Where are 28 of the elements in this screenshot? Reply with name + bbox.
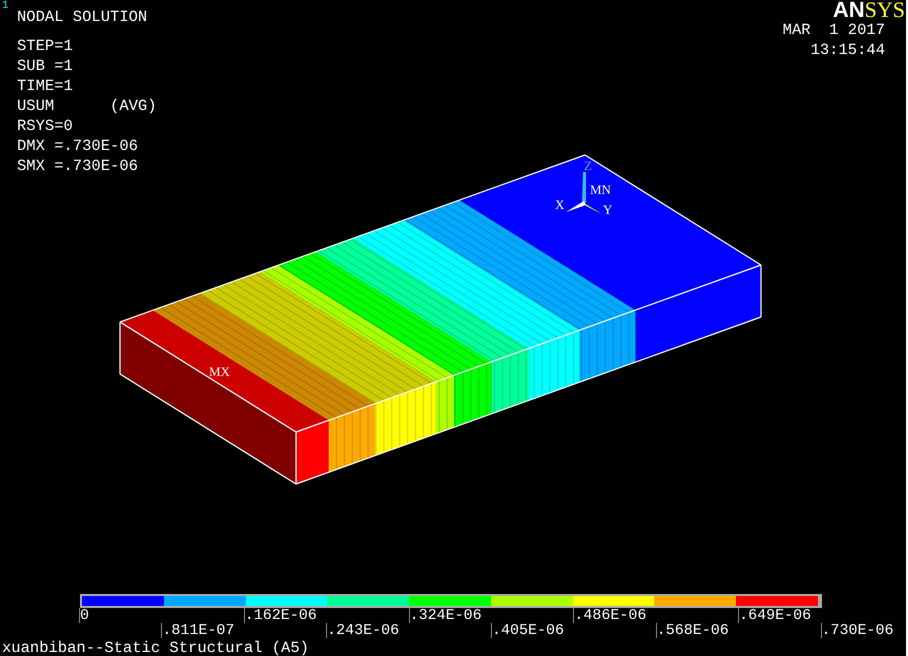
z-axis-label: Z <box>584 158 592 173</box>
plot-date: MAR 1 2017 <box>782 20 885 40</box>
min-marker-label: MN <box>590 182 611 197</box>
legend-value-label: .730E-06 <box>820 623 904 638</box>
solution-info-line: DMX =.730E-06 <box>17 136 139 156</box>
legend-value-label: 0 <box>79 608 162 623</box>
solution-info-line: SMX =.730E-06 <box>17 156 139 176</box>
plot-time: 13:15:44 <box>810 40 885 60</box>
solution-info-line: SUB =1 <box>17 56 74 76</box>
legend-value-label: .324E-06 <box>408 608 492 623</box>
legend-value-label: .405E-06 <box>490 623 574 638</box>
solution-info-line: TIME=1 <box>17 76 74 96</box>
legend-value-label: .811E-07 <box>161 623 245 638</box>
legend-value-label: .243E-06 <box>326 623 410 638</box>
analysis-title: xuanbiban--Static Structural (A5) <box>1 640 310 656</box>
legend-value-label: .486E-06 <box>573 608 657 623</box>
y-axis-label: Y <box>603 202 612 217</box>
solution-info-line: RSYS=0 <box>17 116 74 136</box>
solution-info-line: USUM (AVG) <box>17 96 157 116</box>
legend-value-label: .568E-06 <box>656 623 740 638</box>
solution-info-line: STEP=1 <box>17 36 74 56</box>
x-axis-label: X <box>555 197 564 212</box>
max-marker-label: MX <box>209 364 230 379</box>
plot-title: NODAL SOLUTION <box>17 8 148 26</box>
window-number: 1 <box>2 1 9 12</box>
legend-value-label: .162E-06 <box>244 608 328 623</box>
legend-value-label: .649E-06 <box>738 608 822 623</box>
ansys-logo: ANSYS <box>832 0 905 20</box>
